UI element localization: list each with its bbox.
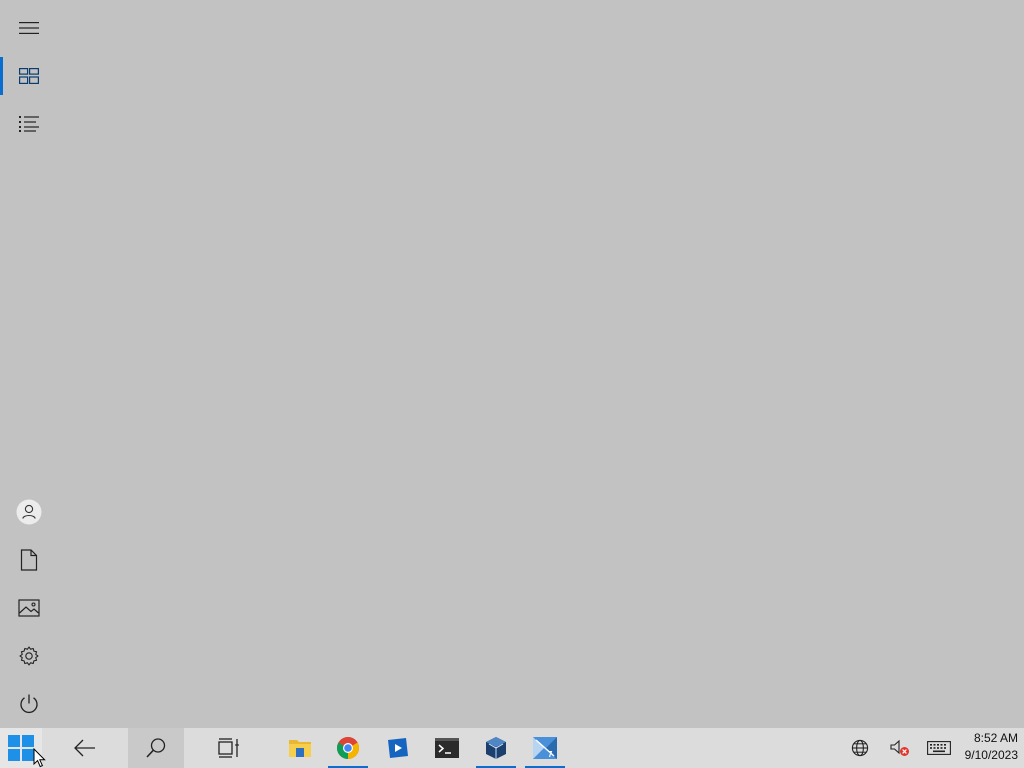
task-view-button[interactable] [205,728,253,768]
back-button[interactable] [61,728,109,768]
terminal-button[interactable] [423,728,471,768]
taskbar: 7 8:52 AM 9/10/2023 [0,728,1024,768]
picture-icon [18,599,40,617]
volume-tray-button[interactable] [884,728,916,768]
pinned-tiles-button[interactable] [0,52,58,100]
search-button[interactable] [128,728,184,768]
keyboard-icon [927,741,951,755]
speaker-muted-icon [890,739,909,756]
virtualbox-button[interactable] [472,728,520,768]
documents-button[interactable] [0,536,58,584]
media-player-button[interactable] [374,728,422,768]
gear-icon [19,646,39,666]
app-icon: 7 [533,737,557,759]
account-button[interactable] [0,488,58,536]
start-menu-rail [0,0,58,728]
terminal-icon [435,738,459,758]
start-menu [0,0,1024,728]
back-arrow-icon [74,739,95,757]
virtualbox-icon [486,737,506,759]
expand-menu-button[interactable] [0,4,58,52]
keyboard-tray-button[interactable] [924,728,954,768]
clock-time: 8:52 AM [973,731,1018,745]
app-button[interactable]: 7 [521,728,569,768]
document-icon [20,549,38,571]
chrome-icon [337,737,359,759]
user-icon [16,499,42,525]
hamburger-icon [19,22,39,34]
globe-icon [851,739,869,757]
video-icon [388,738,408,758]
tiles-icon [19,68,39,84]
svg-text:7: 7 [548,750,553,759]
network-tray-button[interactable] [844,728,876,768]
folder-icon [289,740,311,757]
task-view-icon [218,738,239,758]
chrome-button[interactable] [324,728,372,768]
list-icon [19,116,39,132]
search-icon [146,738,166,758]
clock[interactable]: 8:52 AM 9/10/2023 [958,730,1018,766]
pictures-button[interactable] [0,584,58,632]
settings-button[interactable] [0,632,58,680]
power-button[interactable] [0,680,58,728]
power-icon [20,694,38,714]
file-explorer-button[interactable] [276,728,324,768]
all-apps-button[interactable] [0,100,58,148]
clock-date: 9/10/2023 [964,748,1018,762]
windows-logo-icon [8,735,34,761]
mouse-pointer-icon [33,748,46,768]
